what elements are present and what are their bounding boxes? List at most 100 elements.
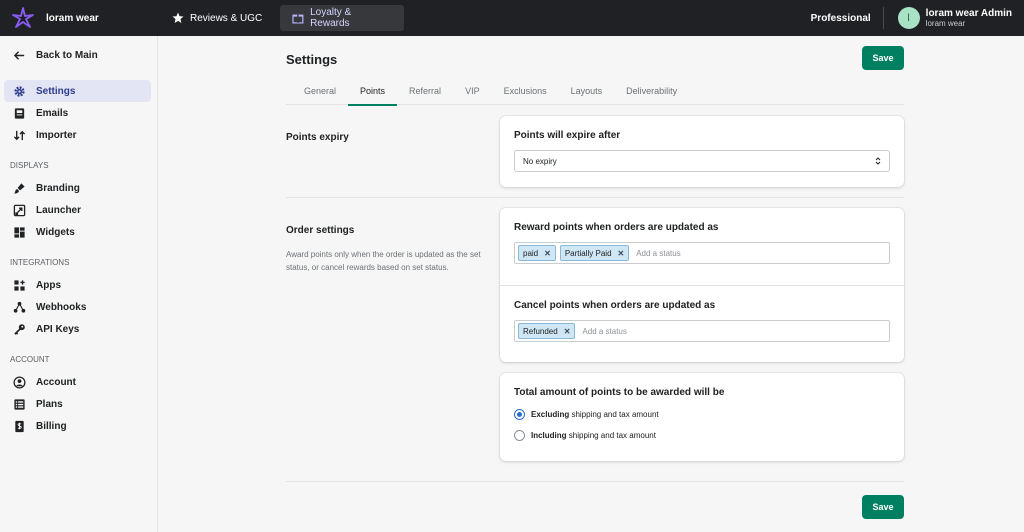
sidebar-item-label: Emails — [36, 107, 69, 119]
radio-label: Including shipping and tax amount — [531, 430, 656, 440]
key-icon — [12, 322, 26, 336]
tab-deliverability[interactable]: Deliverability — [614, 76, 689, 105]
section-title-account: ACCOUNT — [10, 354, 50, 364]
sidebar-item-billing[interactable]: Billing — [4, 415, 151, 437]
sidebar: Back to Main Settings Emails Importer DI… — [0, 36, 158, 532]
divider — [286, 197, 904, 198]
sidebar-item-launcher[interactable]: Launcher — [4, 199, 151, 221]
add-status-placeholder[interactable]: Add a status — [633, 249, 680, 258]
account-icon — [12, 375, 26, 389]
radio-excluding[interactable]: Excluding shipping and tax amount — [514, 407, 890, 421]
launcher-icon — [12, 203, 26, 217]
reward-points-label: Reward points when orders are updated as — [514, 222, 719, 233]
user-store: loram wear — [925, 18, 966, 28]
tab-vip[interactable]: VIP — [453, 76, 492, 105]
reward-status-input[interactable]: paid ✕ Partially Paid ✕ Add a status — [514, 242, 890, 264]
tab-points[interactable]: Points — [348, 76, 398, 106]
sidebar-item-label: Webhooks — [36, 301, 87, 313]
sidebar-item-plans[interactable]: Plans — [4, 393, 151, 415]
status-tag: Refunded ✕ — [518, 323, 576, 339]
widgets-icon — [12, 225, 26, 239]
cancel-status-input[interactable]: Refunded ✕ Add a status — [514, 320, 890, 342]
save-button-bottom[interactable]: Save — [862, 495, 904, 519]
radio-including[interactable]: Including shipping and tax amount — [514, 428, 890, 442]
back-to-main-label: Back to Main — [36, 49, 98, 61]
divider — [286, 481, 904, 482]
tab-layouts[interactable]: Layouts — [559, 76, 615, 105]
brand-logo-icon — [12, 7, 34, 28]
webhooks-icon — [12, 300, 26, 314]
avatar: l — [897, 7, 920, 29]
tab-loyalty-rewards[interactable]: Loyalty & Rewards — [280, 5, 405, 31]
user-name: loram wear Admin — [925, 7, 1012, 19]
status-tag-label: Partially Paid — [564, 248, 612, 258]
tab-reviews-ugc-label: Reviews & UGC — [190, 12, 263, 24]
apps-icon — [12, 278, 26, 292]
arrow-left-icon — [12, 48, 26, 62]
save-button[interactable]: Save — [862, 46, 904, 70]
sidebar-item-account[interactable]: Account — [4, 371, 151, 393]
points-expiry-card: Points will expire after No expiry — [500, 116, 904, 187]
section-title-integrations: INTEGRATIONS — [10, 257, 70, 267]
tab-exclusions[interactable]: Exclusions — [492, 76, 559, 105]
sidebar-item-label: Launcher — [36, 204, 82, 216]
plan-badge[interactable]: Professional — [811, 7, 884, 29]
tab-referral[interactable]: Referral — [397, 76, 453, 105]
sidebar-item-label: Apps — [36, 279, 61, 291]
sidebar-item-label: Account — [36, 376, 76, 388]
points-expiry-value: No expiry — [523, 156, 557, 166]
sidebar-item-label: Billing — [36, 420, 67, 432]
tab-reviews-ugc[interactable]: Reviews & UGC — [160, 5, 274, 31]
cancel-points-label: Cancel points when orders are updated as — [514, 300, 716, 311]
remove-tag-icon[interactable]: ✕ — [544, 249, 551, 258]
plans-icon — [12, 397, 26, 411]
brand[interactable]: loram wear — [0, 0, 158, 36]
sidebar-item-label: Widgets — [36, 226, 75, 238]
total-amount-label: Total amount of points to be awarded wil… — [514, 387, 725, 398]
gift-icon — [292, 14, 304, 24]
sidebar-item-label: Settings — [36, 85, 76, 97]
sidebar-item-webhooks[interactable]: Webhooks — [4, 296, 151, 318]
remove-tag-icon[interactable]: ✕ — [618, 249, 625, 258]
brand-name: loram wear — [46, 12, 99, 24]
status-tag-label: Refunded — [523, 326, 558, 336]
sidebar-item-branding[interactable]: Branding — [4, 177, 151, 199]
radio-button[interactable] — [514, 429, 525, 441]
status-tag: paid ✕ — [518, 245, 556, 261]
sidebar-item-api-keys[interactable]: API Keys — [4, 318, 151, 340]
gear-icon — [12, 84, 26, 98]
select-arrows-icon — [875, 157, 881, 165]
sidebar-item-widgets[interactable]: Widgets — [4, 221, 151, 243]
section-title-displays: DISPLAYS — [10, 160, 49, 170]
remove-tag-icon[interactable]: ✕ — [564, 327, 571, 336]
email-icon — [12, 106, 26, 120]
sidebar-item-emails[interactable]: Emails — [4, 102, 151, 124]
total-amount-card: Total amount of points to be awarded wil… — [500, 373, 904, 461]
paintbrush-icon — [12, 181, 26, 195]
sidebar-item-label: Plans — [36, 398, 63, 410]
back-to-main-link[interactable]: Back to Main — [4, 44, 151, 66]
user-menu[interactable]: l loram wear Admin loram wear — [884, 7, 1024, 29]
status-tag-label: paid — [523, 248, 539, 258]
star-icon — [172, 12, 184, 23]
page-title: Settings — [286, 52, 338, 67]
tab-general[interactable]: General — [292, 76, 348, 105]
sidebar-item-apps[interactable]: Apps — [4, 274, 151, 296]
order-settings-description: Award points only when the order is upda… — [286, 250, 481, 272]
points-expiry-title: Points expiry — [286, 132, 349, 143]
add-status-placeholder[interactable]: Add a status — [579, 327, 626, 336]
points-expiry-select[interactable]: No expiry — [514, 150, 890, 172]
radio-label: Excluding shipping and tax amount — [531, 409, 659, 419]
tab-loyalty-rewards-label: Loyalty & Rewards — [310, 7, 352, 29]
import-icon — [12, 128, 26, 142]
order-status-card: Reward points when orders are updated as… — [500, 208, 904, 362]
radio-button-checked[interactable] — [514, 408, 525, 420]
top-bar: loram wear Reviews & UGC Loyalty & Rewar… — [0, 0, 1024, 36]
settings-tabs: General Points Referral VIP Exclusions L… — [286, 76, 904, 106]
sidebar-item-label: API Keys — [36, 323, 80, 335]
sidebar-item-settings[interactable]: Settings — [4, 80, 151, 102]
status-tag: Partially Paid ✕ — [559, 245, 630, 261]
points-expiry-label: Points will expire after — [514, 130, 621, 141]
sidebar-item-importer[interactable]: Importer — [4, 124, 151, 146]
sidebar-item-label: Importer — [36, 129, 77, 141]
